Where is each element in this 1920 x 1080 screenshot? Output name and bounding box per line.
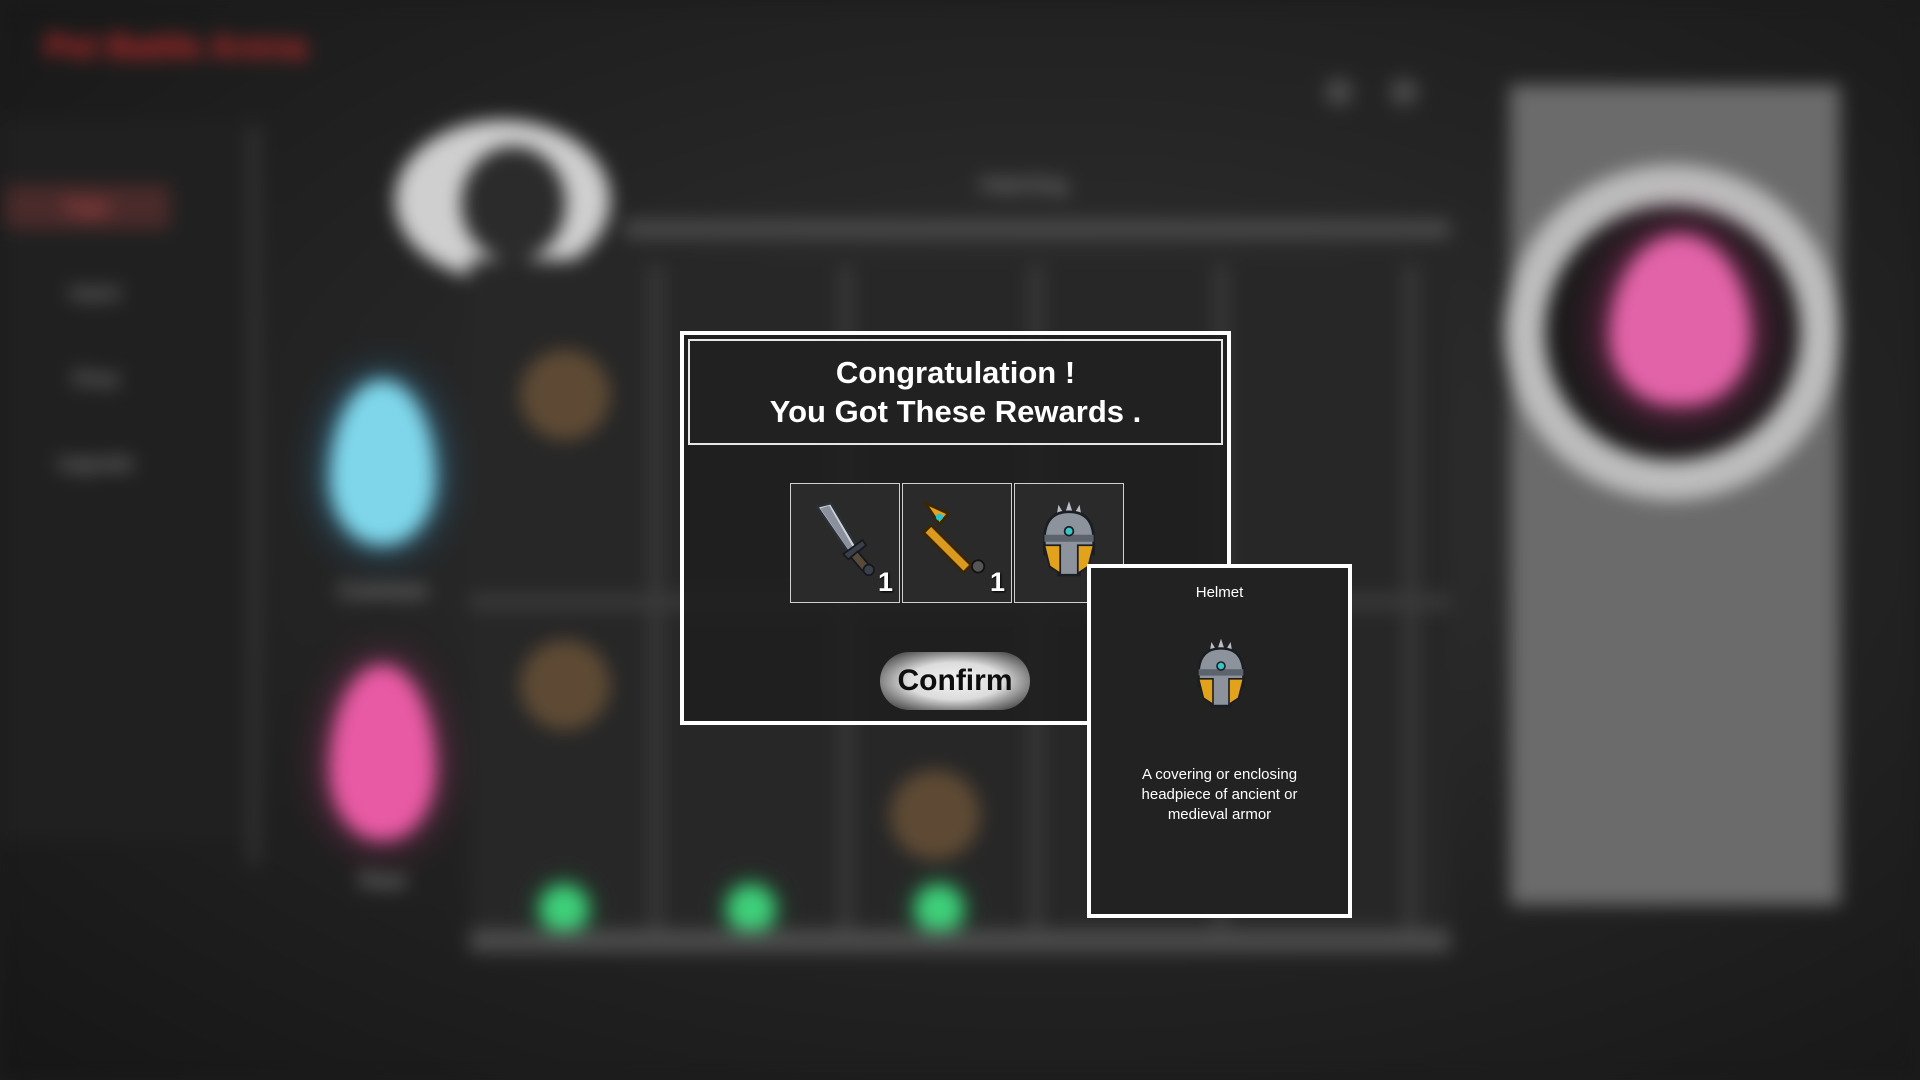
pink-egg-label: Rare: [359, 868, 407, 893]
grid-header-label: Hatching: [980, 172, 1067, 197]
tab-upgrade[interactable]: Upgrade: [20, 442, 170, 486]
reward-dialog-header: Congratulation ! You Got These Rewards .: [688, 339, 1223, 445]
tooltip-description: A covering or enclosing headpiece of anc…: [1141, 766, 1298, 823]
grid-footer: [470, 930, 1450, 952]
reward-title-line1: Congratulation !: [835, 355, 1076, 390]
tab-eggs[interactable]: Eggs: [5, 185, 170, 229]
reward-quantity: 1: [989, 567, 1005, 597]
ready-indicator: [540, 885, 588, 933]
tab-hatch[interactable]: Hatch: [20, 272, 170, 316]
item-tooltip: Helmet A covering or enclosing headpiece…: [1087, 564, 1352, 918]
grid-slot-item[interactable]: [890, 770, 980, 860]
confirm-button[interactable]: Confirm: [880, 652, 1030, 710]
blue-egg-label: Common: [338, 578, 428, 603]
eye-emblem-pupil: [455, 140, 572, 267]
game-screen: Pet Battle Arena Eggs Hatch Shop Upgrade…: [0, 0, 1920, 1080]
pink-egg[interactable]: [330, 665, 435, 840]
grid-slot-item[interactable]: [520, 350, 610, 440]
reward-quantity: 1: [877, 567, 893, 597]
reward-slot-spear[interactable]: 1: [902, 483, 1012, 603]
spear-icon: [921, 499, 986, 575]
reward-title-line2: You Got These Rewards .: [769, 394, 1142, 429]
blue-egg[interactable]: [330, 380, 435, 545]
helmet-icon: [1197, 638, 1245, 708]
ready-indicator: [915, 885, 963, 933]
panel-divider: [250, 125, 258, 865]
reward-slots: 1 1: [790, 483, 1126, 603]
progress-bar: [625, 220, 1450, 238]
game-title: Pet Battle Arena: [45, 28, 307, 66]
sword-icon: [814, 501, 875, 577]
tooltip-title: Helmet: [1195, 584, 1244, 601]
ready-indicator: [727, 885, 775, 933]
tab-shop[interactable]: Shop: [20, 357, 170, 401]
settings-icon[interactable]: [1390, 78, 1418, 106]
reward-slot-sword[interactable]: 1: [790, 483, 900, 603]
grid-slot-item[interactable]: [520, 640, 610, 730]
coin-icon[interactable]: [1325, 78, 1353, 106]
